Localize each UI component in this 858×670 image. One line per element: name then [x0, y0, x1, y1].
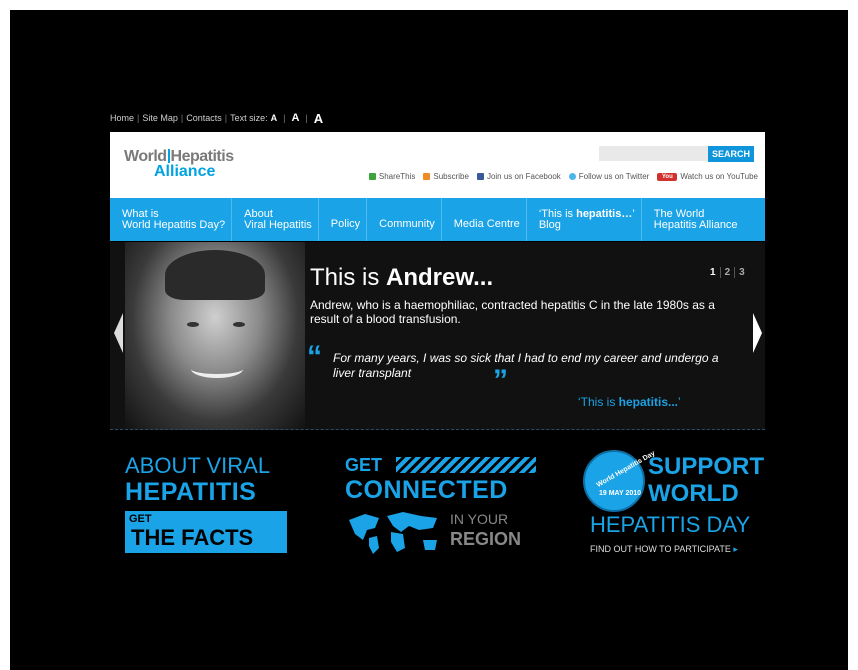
separator: | — [283, 113, 286, 123]
hero-title-pre: This is — [310, 264, 387, 291]
youtube-label: Watch us on YouTube — [680, 172, 758, 181]
portrait-hair — [165, 250, 265, 300]
youtube-icon: You — [657, 172, 678, 181]
nav-item-label: Viral Hepatitis — [244, 219, 312, 231]
world-hepatitis-day-badge[interactable]: World Hepatitis Day 19 MAY 2010 — [583, 450, 656, 512]
nav-item-label: Media Centre — [453, 218, 520, 230]
portrait-eye — [233, 322, 245, 327]
nav-item-what-is-world-hepatitis-day[interactable]: What is World Hepatitis Day? — [110, 198, 233, 241]
nav-item-community[interactable]: Community — [367, 198, 442, 241]
slider-next-arrow-icon[interactable] — [753, 313, 762, 353]
nav-item-label: Blog — [538, 219, 561, 231]
slider-pager: 1 2 3 — [706, 267, 749, 278]
contacts-link[interactable]: Contacts — [186, 113, 222, 123]
main-nav: What is World Hepatitis Day? About Viral… — [110, 198, 765, 241]
promo-about-title[interactable]: ABOUT VIRAL — [125, 453, 270, 479]
pager-item-3[interactable]: 3 — [735, 267, 749, 278]
youtube-link[interactable]: You Watch us on YouTube — [657, 172, 758, 181]
hero-tag-pre: ‘This is — [578, 395, 619, 409]
get-the-facts-button[interactable]: GET THE FACTS — [125, 511, 287, 553]
nav-item-label: Community — [379, 218, 435, 230]
quote-open-icon: “ — [307, 340, 322, 373]
hero-tag-post: ’ — [678, 395, 681, 409]
separator: | — [305, 113, 308, 123]
hero-title: This is Andrew... — [310, 264, 493, 292]
subscribe-link[interactable]: Subscribe — [423, 172, 469, 181]
twitter-link[interactable]: Follow us on Twitter — [568, 172, 650, 181]
world-map-icon — [349, 512, 437, 554]
participate-link[interactable]: FIND OUT HOW TO PARTICIPATE ▸ — [590, 544, 738, 555]
separator: | — [180, 113, 184, 123]
nav-item-label: Policy — [330, 218, 361, 230]
pager-item-2[interactable]: 2 — [721, 267, 736, 278]
search-button[interactable]: SEARCH — [708, 146, 754, 162]
promo-about-subtitle[interactable]: HEPATITIS — [125, 478, 256, 507]
separator: | — [224, 113, 228, 123]
divider — [110, 429, 765, 430]
facebook-link[interactable]: Join us on Facebook — [476, 172, 561, 181]
pager-item-1[interactable]: 1 — [706, 267, 721, 278]
logo-word-alliance: Alliance — [154, 163, 216, 180]
participate-label: FIND OUT HOW TO PARTICIPATE — [590, 544, 731, 554]
nav-item-label: World Hepatitis Day? — [122, 219, 226, 231]
subscribe-label: Subscribe — [433, 172, 469, 181]
facts-main-label: THE FACTS — [131, 525, 254, 550]
nav-item-the-world-hepatitis-alliance[interactable]: The World Hepatitis Alliance — [642, 198, 744, 241]
hero-quote: For many years, I was so sick that I had… — [333, 351, 719, 380]
site-logo[interactable]: World Hepatitis Alliance — [124, 149, 254, 185]
promo-support-line1[interactable]: SUPPORT — [648, 453, 764, 481]
hero-tag-link[interactable]: ‘This is hepatitis...’ — [578, 395, 681, 409]
share-icon — [368, 173, 376, 180]
nav-blog-post: ’ — [632, 208, 635, 220]
promo-connect-get[interactable]: GET — [345, 455, 382, 476]
hero-tag-bold: hepatitis... — [618, 395, 679, 409]
slider-prev-arrow-icon[interactable] — [114, 313, 123, 353]
facebook-icon — [476, 173, 484, 180]
nav-item-about-viral-hepatitis[interactable]: About Viral Hepatitis — [232, 198, 319, 241]
hero-portrait-image — [125, 242, 305, 430]
nav-item-blog[interactable]: ‘This is hepatitis…’ Blog — [527, 198, 642, 241]
nav-blog-bold: hepatitis… — [576, 208, 633, 220]
twitter-icon — [568, 173, 576, 180]
text-size-small-button[interactable]: A — [268, 113, 281, 123]
portrait-eye — [187, 322, 199, 327]
nav-item-label: Hepatitis Alliance — [653, 219, 738, 231]
text-size-label: Text size: — [230, 113, 268, 123]
twitter-label: Follow us on Twitter — [578, 172, 650, 181]
promo-support-line2[interactable]: WORLD — [648, 480, 739, 508]
rss-icon — [423, 173, 431, 180]
search-input[interactable] — [599, 146, 711, 161]
separator: | — [137, 113, 140, 123]
nav-item-policy[interactable]: Policy — [319, 198, 368, 241]
share-this-label: ShareThis — [378, 172, 416, 181]
share-this-link[interactable]: ShareThis — [368, 172, 416, 181]
nav-item-media-centre[interactable]: Media Centre — [442, 198, 527, 241]
promo-region-line1[interactable]: IN YOUR — [450, 511, 508, 527]
portrait-smile — [191, 360, 243, 378]
utility-bar: Home | Site Map | Contacts | Text size: … — [110, 111, 326, 126]
text-size-medium-button[interactable]: A — [288, 112, 302, 124]
facts-get-label: GET — [129, 513, 152, 525]
promo-region-line2[interactable]: REGION — [450, 529, 521, 550]
hero-title-name: Andrew... — [386, 264, 494, 291]
logo-bar — [167, 149, 170, 163]
promo-support-line3[interactable]: HEPATITIS DAY — [590, 512, 750, 538]
quote-close-icon: ” — [493, 364, 508, 397]
text-size-large-button[interactable]: A — [311, 111, 326, 126]
stripes-decoration — [396, 457, 536, 473]
facebook-label: Join us on Facebook — [486, 172, 561, 181]
social-links: ShareThis Subscribe Join us on Facebook … — [340, 172, 758, 181]
home-link[interactable]: Home — [110, 113, 134, 123]
sitemap-link[interactable]: Site Map — [142, 113, 178, 123]
badge-date: 19 MAY 2010 — [599, 490, 642, 497]
promo-connect-title[interactable]: CONNECTED — [345, 476, 508, 505]
site-header: World Hepatitis Alliance SEARCH ShareThis… — [110, 132, 765, 198]
chevron-right-icon: ▸ — [733, 544, 738, 554]
hero-description: Andrew, who is a haemophiliac, contracte… — [310, 298, 715, 326]
